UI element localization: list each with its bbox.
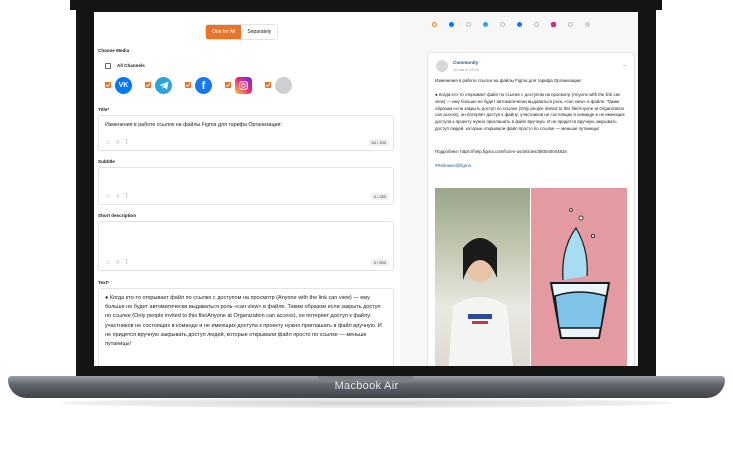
- radio-icon[interactable]: [568, 22, 573, 27]
- radio-icon[interactable]: [534, 22, 539, 27]
- avatar: [436, 60, 448, 72]
- title-label: Title*: [98, 107, 110, 112]
- subtitle-label: Subtitle: [98, 159, 115, 164]
- vk-icon[interactable]: [449, 22, 454, 27]
- facebook-icon[interactable]: [517, 22, 522, 27]
- instagram-icon[interactable]: [551, 22, 556, 27]
- title-tools: ☺ # T: [105, 140, 128, 146]
- device-label: Macbook Air: [334, 380, 399, 392]
- post-photo-glass[interactable]: [531, 188, 627, 366]
- short-description-tools: ☺ # T: [105, 260, 128, 266]
- hashtag-icon[interactable]: #: [116, 140, 119, 146]
- text-field[interactable]: ● Когда кто-то открывает файл по ссылке …: [98, 288, 394, 366]
- post-more-link[interactable]: Подробнее: https://help.figma.com/hc/en-…: [435, 149, 627, 156]
- radio-icon[interactable]: [466, 22, 471, 27]
- vk-icon[interactable]: VK: [115, 77, 132, 94]
- text-format-icon[interactable]: T: [124, 194, 128, 200]
- extra-channel-icon[interactable]: [275, 77, 292, 94]
- telegram-checkbox[interactable]: [145, 82, 151, 88]
- emoji-icon[interactable]: ☺: [105, 140, 111, 146]
- telegram-icon[interactable]: [483, 22, 488, 27]
- post-editor: One for All Separately Choose Media All …: [94, 12, 401, 366]
- telegram-icon[interactable]: [155, 77, 172, 94]
- text-value: ● Когда кто-то открывает файл по ссылке …: [105, 295, 382, 348]
- instagram-checkbox[interactable]: [225, 82, 231, 88]
- separately-button[interactable]: Separately: [241, 25, 277, 39]
- post-preview: Community 10 авг в 14:03 ⌄ Изменения в р…: [400, 12, 638, 366]
- chevron-down-icon[interactable]: ⌄: [622, 61, 627, 68]
- subtitle-counter: 0 / 250: [370, 193, 389, 200]
- post-photo-woman[interactable]: [435, 188, 530, 366]
- all-channels-checkbox[interactable]: [105, 63, 111, 69]
- post-date: 10 авг в 14:03: [453, 67, 479, 72]
- subtitle-field[interactable]: ☺ # T 0 / 250: [98, 167, 394, 205]
- choose-media-label: Choose Media: [98, 48, 130, 53]
- extra-channel-checkbox[interactable]: [265, 82, 271, 88]
- all-channels-label: All Channels: [117, 63, 145, 68]
- mode-toggle[interactable]: One for All Separately: [205, 24, 279, 40]
- extra-channel-icon[interactable]: [585, 22, 590, 27]
- text-format-icon[interactable]: T: [124, 260, 128, 266]
- instagram-icon[interactable]: [235, 77, 252, 94]
- text-format-icon[interactable]: T: [124, 140, 128, 146]
- short-description-label: Short description: [98, 213, 137, 218]
- radio-icon[interactable]: [432, 22, 437, 27]
- post-title: Изменения в работе ссылок на файлы Figma…: [435, 78, 582, 83]
- app-screen: One for All Separately Choose Media All …: [94, 12, 638, 366]
- radio-icon[interactable]: [500, 22, 505, 27]
- preview-network-selector: [432, 22, 602, 27]
- vk-post-card: Community 10 авг в 14:03 ⌄ Изменения в р…: [427, 52, 635, 366]
- laptop-shadow: [60, 398, 673, 408]
- text-label: Text*: [98, 280, 109, 285]
- post-body: ● Когда кто-то открывает файл по ссылке …: [435, 92, 625, 131]
- subtitle-tools: ☺ # T: [105, 194, 128, 200]
- hashtag-icon[interactable]: #: [116, 260, 119, 266]
- post-hashtag[interactable]: #Releases@figma: [435, 163, 627, 170]
- vk-checkbox[interactable]: [105, 82, 111, 88]
- facebook-checkbox[interactable]: [185, 82, 191, 88]
- hashtag-icon[interactable]: #: [116, 194, 119, 200]
- short-description-field[interactable]: ☺ # T 0 / 500: [98, 221, 394, 271]
- emoji-icon[interactable]: ☺: [105, 194, 111, 200]
- title-field[interactable]: Изменения в работе ссылок на файлы Figma…: [98, 115, 394, 151]
- title-counter: 54 / 100: [368, 139, 389, 146]
- facebook-icon[interactable]: f: [195, 77, 212, 94]
- community-name[interactable]: Community: [453, 60, 478, 65]
- short-description-counter: 0 / 500: [370, 259, 389, 266]
- title-value: Изменения в работе ссылок на файлы Figma…: [105, 122, 282, 128]
- emoji-icon[interactable]: ☺: [105, 260, 111, 266]
- one-for-all-button[interactable]: One for All: [206, 25, 242, 39]
